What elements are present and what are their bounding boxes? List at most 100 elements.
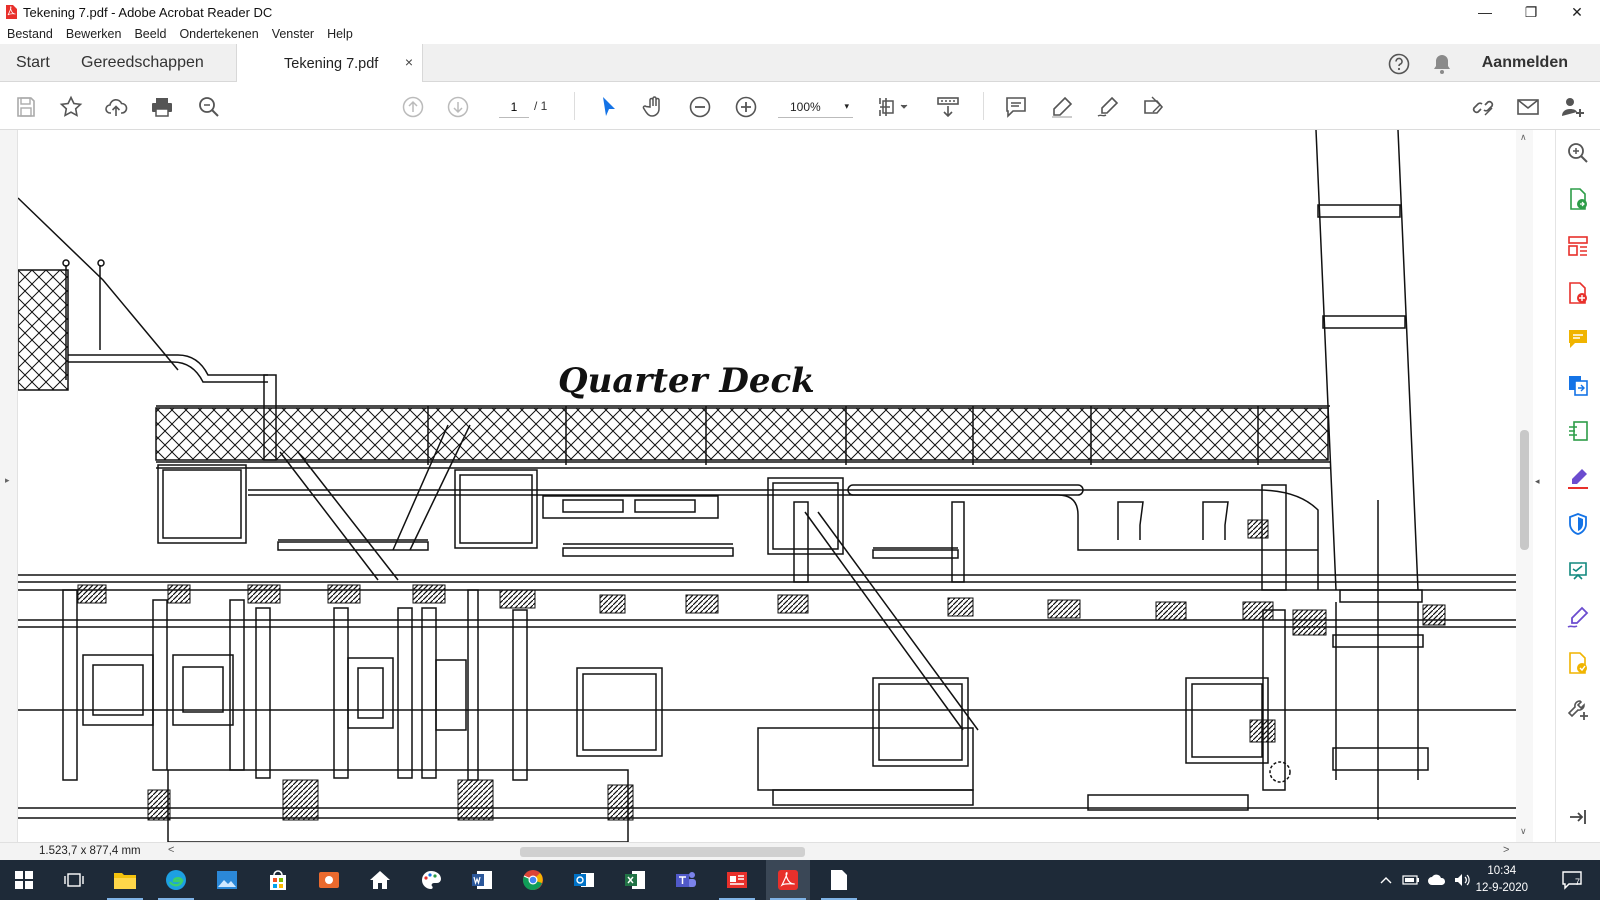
vertical-scrollbar[interactable]: ∧ ∨ <box>1516 130 1533 842</box>
onedrive-cloud-icon[interactable] <box>1426 860 1448 900</box>
scroll-up-icon[interactable]: ∧ <box>1520 132 1527 143</box>
scroll-mode-icon[interactable] <box>935 94 961 120</box>
menu-bestand[interactable]: Bestand <box>7 27 53 41</box>
zoom-level-dropdown[interactable]: 100% ▾ <box>778 96 853 118</box>
collapse-right-icon[interactable]: ◂ <box>1535 476 1540 487</box>
home-icon[interactable] <box>358 860 402 900</box>
hand-pan-icon[interactable] <box>641 94 667 120</box>
pdf-page: Quarter Deck <box>18 130 1516 842</box>
tab-tools[interactable]: Gereedschappen <box>81 44 204 82</box>
restore-button[interactable]: ❐ <box>1508 0 1554 24</box>
document-viewport[interactable]: ▸ Quarter Deck ∧ ∨ ◂ <box>0 130 1567 842</box>
sign-in-button[interactable]: Aanmelden <box>1482 44 1568 82</box>
excel-icon[interactable] <box>613 860 657 900</box>
scroll-down-icon[interactable]: ∨ <box>1520 826 1527 837</box>
vertical-scroll-thumb[interactable] <box>1520 430 1529 550</box>
store-icon[interactable] <box>256 860 300 900</box>
presentation-app-icon[interactable] <box>307 860 351 900</box>
export-pdf-icon[interactable] <box>1565 186 1591 212</box>
acrobat-taskbar-icon[interactable] <box>766 860 810 900</box>
task-view-icon[interactable] <box>52 860 96 900</box>
fill-sign-tool-icon[interactable] <box>1565 465 1591 491</box>
notification-count: 7 <box>1575 877 1581 887</box>
file-explorer-icon[interactable] <box>103 860 147 900</box>
menu-help[interactable]: Help <box>327 27 353 41</box>
close-tab-icon[interactable]: × <box>405 54 413 70</box>
tab-start[interactable]: Start <box>16 44 50 82</box>
create-pdf-icon[interactable] <box>1565 280 1591 306</box>
more-tools-icon[interactable] <box>1565 697 1591 723</box>
scroll-left-icon[interactable]: < <box>168 844 174 856</box>
bookmark-star-icon[interactable] <box>58 94 84 120</box>
search-zoom-icon[interactable] <box>1565 140 1591 166</box>
fill-sign-icon[interactable] <box>1141 94 1167 120</box>
left-panel-toggle[interactable]: ▸ <box>0 130 18 842</box>
draw-signature-icon[interactable] <box>1095 94 1121 120</box>
menu-bar: Bestand Bewerken Beeld Ondertekenen Vens… <box>0 24 1600 44</box>
menu-beeld[interactable]: Beeld <box>134 27 166 41</box>
news-app-icon[interactable] <box>715 860 759 900</box>
clock-time: 10:34 <box>1487 865 1517 877</box>
page-number-input[interactable] <box>499 96 529 118</box>
print-icon[interactable] <box>149 94 175 120</box>
ship-drawing: Quarter Deck <box>18 130 1516 842</box>
tray-expand-icon[interactable] <box>1378 860 1394 900</box>
page-fit-icon[interactable] <box>877 94 911 120</box>
toolbar-divider <box>983 92 984 120</box>
zoom-search-icon[interactable] <box>196 94 222 120</box>
volume-icon[interactable] <box>1452 860 1474 900</box>
menu-ondertekenen[interactable]: Ondertekenen <box>179 27 258 41</box>
notepad-icon[interactable] <box>817 860 861 900</box>
menu-venster[interactable]: Venster <box>272 27 314 41</box>
help-icon[interactable] <box>1388 53 1410 75</box>
previous-page-icon[interactable] <box>400 94 426 120</box>
tab-document[interactable]: Tekening 7.pdf × <box>236 44 423 83</box>
protect-shield-icon[interactable] <box>1565 511 1591 537</box>
word-icon[interactable] <box>460 860 504 900</box>
zoom-in-icon[interactable] <box>733 94 759 120</box>
save-icon[interactable] <box>13 94 39 120</box>
expand-left-icon[interactable]: ▸ <box>5 475 10 486</box>
next-page-icon[interactable] <box>445 94 471 120</box>
send-track-icon[interactable] <box>1565 650 1591 676</box>
horizontal-scroll-thumb[interactable] <box>520 847 805 857</box>
add-user-icon[interactable] <box>1560 94 1586 120</box>
chrome-icon[interactable] <box>511 860 555 900</box>
outlook-icon[interactable] <box>562 860 606 900</box>
battery-icon[interactable] <box>1400 860 1422 900</box>
paint-app-icon[interactable] <box>409 860 453 900</box>
email-icon[interactable] <box>1515 94 1541 120</box>
share-link-icon[interactable] <box>1470 94 1496 120</box>
windows-start-icon[interactable] <box>2 860 46 900</box>
send-review-icon[interactable] <box>1565 558 1591 584</box>
teams-icon[interactable] <box>664 860 708 900</box>
menu-bewerken[interactable]: Bewerken <box>66 27 122 41</box>
system-clock[interactable]: 10:34 12-9-2020 <box>1476 863 1528 897</box>
highlight-pen-icon[interactable] <box>1049 94 1075 120</box>
window-title: Tekening 7.pdf - Adobe Acrobat Reader DC <box>23 4 273 20</box>
action-center-icon[interactable]: 7 <box>1555 860 1589 900</box>
notification-bell-icon[interactable] <box>1432 53 1452 75</box>
combine-files-icon[interactable] <box>1565 372 1591 398</box>
comment-tool-icon[interactable] <box>1565 326 1591 352</box>
minimize-button[interactable]: — <box>1462 0 1508 24</box>
edge-browser-icon[interactable] <box>154 860 198 900</box>
clock-date: 12-9-2020 <box>1475 882 1528 894</box>
close-window-button[interactable]: ✕ <box>1554 0 1600 24</box>
photos-icon[interactable] <box>205 860 249 900</box>
scroll-right-icon[interactable]: > <box>1503 844 1509 856</box>
windows-taskbar: 10:34 12-9-2020 7 <box>0 860 1600 900</box>
zoom-value: 100% <box>790 99 821 114</box>
zoom-out-icon[interactable] <box>687 94 713 120</box>
status-bar: 1.523,7 x 877,4 mm < > <box>0 842 1600 860</box>
select-cursor-icon[interactable] <box>596 94 622 120</box>
edit-pdf-icon[interactable] <box>1565 418 1591 444</box>
upload-cloud-icon[interactable] <box>103 94 129 120</box>
request-signature-icon[interactable] <box>1565 604 1591 630</box>
tab-document-label: Tekening 7.pdf <box>284 55 379 72</box>
page-total: / 1 <box>534 99 548 113</box>
collapse-pane-icon[interactable] <box>1565 804 1591 830</box>
right-panel-toggle[interactable]: ◂ <box>1533 130 1545 842</box>
comment-icon[interactable] <box>1003 94 1029 120</box>
organize-pages-icon[interactable] <box>1565 233 1591 259</box>
